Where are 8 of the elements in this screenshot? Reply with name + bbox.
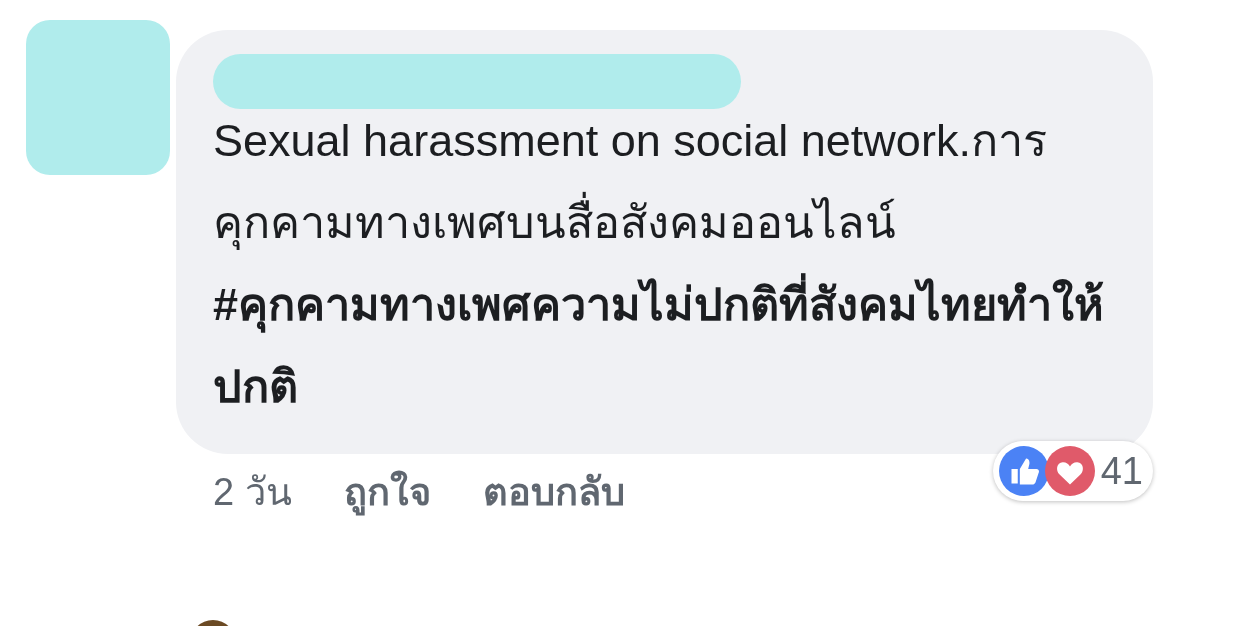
action-link[interactable]: ตอบกลับ xyxy=(482,462,625,522)
reaction-count: 41 xyxy=(1100,449,1143,493)
reactions-badge[interactable]: 41 xyxy=(992,441,1153,501)
timestamp: 2 วัน xyxy=(213,470,292,515)
comment-text: Sexual harassment on social network.การคุกคามทางเพศบนสื่อสังคมออนไลน์ xyxy=(213,114,1048,252)
action-link[interactable]: ถูกใจ xyxy=(343,462,431,522)
hashtag-link[interactable]: #คุกคามทางเพศความไม่ปกติที่สังคมไทยทำให้ปกติ xyxy=(213,264,1113,428)
like-icon xyxy=(998,446,1049,496)
